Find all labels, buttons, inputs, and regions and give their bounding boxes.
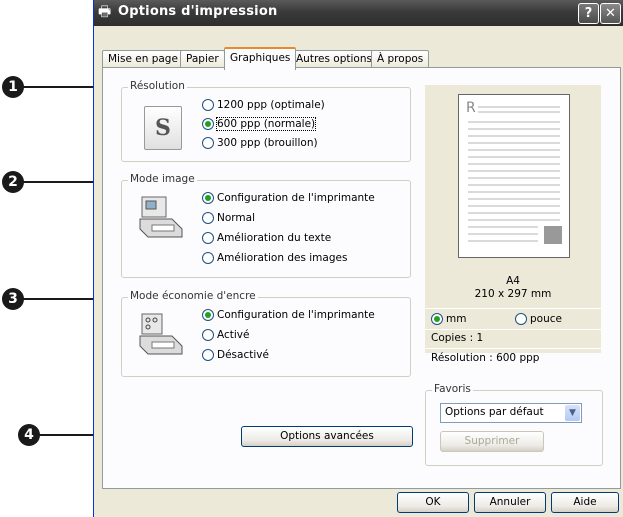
advanced-options-button[interactable]: Options avancées xyxy=(241,426,413,447)
tab-papier[interactable]: Papier xyxy=(180,50,225,68)
preview-panel: R A4 210 x 297 mm mm pouce Copies: 1 Ré… xyxy=(425,85,601,364)
resolution-summary: Résolution : 600 ppp xyxy=(431,352,540,364)
radio-icon xyxy=(202,137,214,149)
radio-icon xyxy=(202,232,214,244)
image-mode-option-text[interactable]: Amélioration du texte xyxy=(202,232,331,246)
radio-icon xyxy=(202,329,214,341)
ok-button[interactable]: OK xyxy=(397,492,469,513)
unit-inch-radio[interactable]: pouce xyxy=(515,313,562,327)
paper-name: A4 xyxy=(506,275,520,287)
unit-mm-radio[interactable]: mm xyxy=(431,313,466,327)
close-title-button[interactable]: ✕ xyxy=(600,3,621,24)
resolution-option-600[interactable]: 600 ppp (normale) xyxy=(202,117,317,132)
toner-save-group: Mode économie d'encre Configuration de l… xyxy=(121,290,411,377)
toner-save-group-label: Mode économie d'encre xyxy=(128,290,258,302)
callout-4: 4 xyxy=(18,424,40,446)
tab-autres-options[interactable]: Autres options xyxy=(290,50,378,68)
help-button[interactable]: Aide xyxy=(551,492,619,513)
graphics-tab-panel: Résolution S 1200 ppp (optimale) 600 ppp… xyxy=(102,67,621,489)
toner-option-off[interactable]: Désactivé xyxy=(202,349,269,363)
image-mode-group-label: Mode image xyxy=(128,173,197,185)
callout-1: 1 xyxy=(2,76,24,98)
image-mode-option-normal[interactable]: Normal xyxy=(202,212,255,226)
divider xyxy=(425,329,601,330)
resolution-group: Résolution S 1200 ppp (optimale) 600 ppp… xyxy=(121,80,411,162)
toner-printer-icon xyxy=(139,313,183,355)
divider xyxy=(425,348,601,349)
callout-3: 3 xyxy=(2,288,24,310)
image-mode-option-printer[interactable]: Configuration de l'imprimante xyxy=(202,192,375,206)
radio-icon xyxy=(202,212,214,224)
chevron-down-icon[interactable]: ▼ xyxy=(565,405,580,421)
cancel-button[interactable]: Annuler xyxy=(474,492,546,513)
radio-selected-icon xyxy=(431,313,443,325)
radio-icon xyxy=(202,99,214,111)
resolution-icon: S xyxy=(144,106,182,150)
radio-icon xyxy=(202,349,214,361)
printer-icon: 🖶 xyxy=(98,4,112,20)
divider xyxy=(425,308,601,309)
resolution-option-300[interactable]: 300 ppp (brouillon) xyxy=(202,137,318,151)
toner-option-on[interactable]: Activé xyxy=(202,329,249,343)
delete-favorite-button[interactable]: Supprimer xyxy=(440,431,544,452)
toner-option-printer[interactable]: Configuration de l'imprimante xyxy=(202,309,375,323)
radio-selected-icon xyxy=(202,309,214,321)
paper-size: 210 x 297 mm xyxy=(474,288,552,300)
radio-icon xyxy=(202,252,214,264)
favorites-selected-value: Options par défaut xyxy=(445,406,544,418)
favorites-group: Favoris Options par défaut ▼ Supprimer xyxy=(425,383,603,466)
image-mode-option-images[interactable]: Amélioration des images xyxy=(202,252,347,266)
resolution-group-label: Résolution xyxy=(128,80,187,92)
callout-2: 2 xyxy=(2,171,24,193)
title-bar[interactable]: 🖶 Options d'impression ? ✕ xyxy=(94,0,623,26)
copies-text: Copies : 1 xyxy=(431,332,484,344)
print-options-window: 🖶 Options d'impression ? ✕ Mise en page … xyxy=(93,0,623,517)
printer-graphics-icon xyxy=(139,196,183,238)
radio-icon xyxy=(515,313,527,325)
favorites-group-label: Favoris xyxy=(432,383,473,395)
window-title: Options d'impression xyxy=(118,4,278,19)
resolution-option-1200[interactable]: 1200 ppp (optimale) xyxy=(202,99,325,113)
image-mode-group: Mode image Configuration de l'imprimante… xyxy=(121,173,411,278)
favorites-select[interactable]: Options par défaut ▼ xyxy=(440,403,582,423)
page-preview: R xyxy=(458,94,570,258)
svg-text:R: R xyxy=(466,100,476,116)
tab-mise-en-page[interactable]: Mise en page xyxy=(102,50,184,68)
radio-selected-icon xyxy=(202,192,214,204)
tab-graphiques[interactable]: Graphiques xyxy=(224,47,297,70)
tab-a-propos[interactable]: À propos xyxy=(371,50,430,68)
help-title-button[interactable]: ? xyxy=(578,3,599,24)
radio-selected-icon xyxy=(202,118,214,130)
